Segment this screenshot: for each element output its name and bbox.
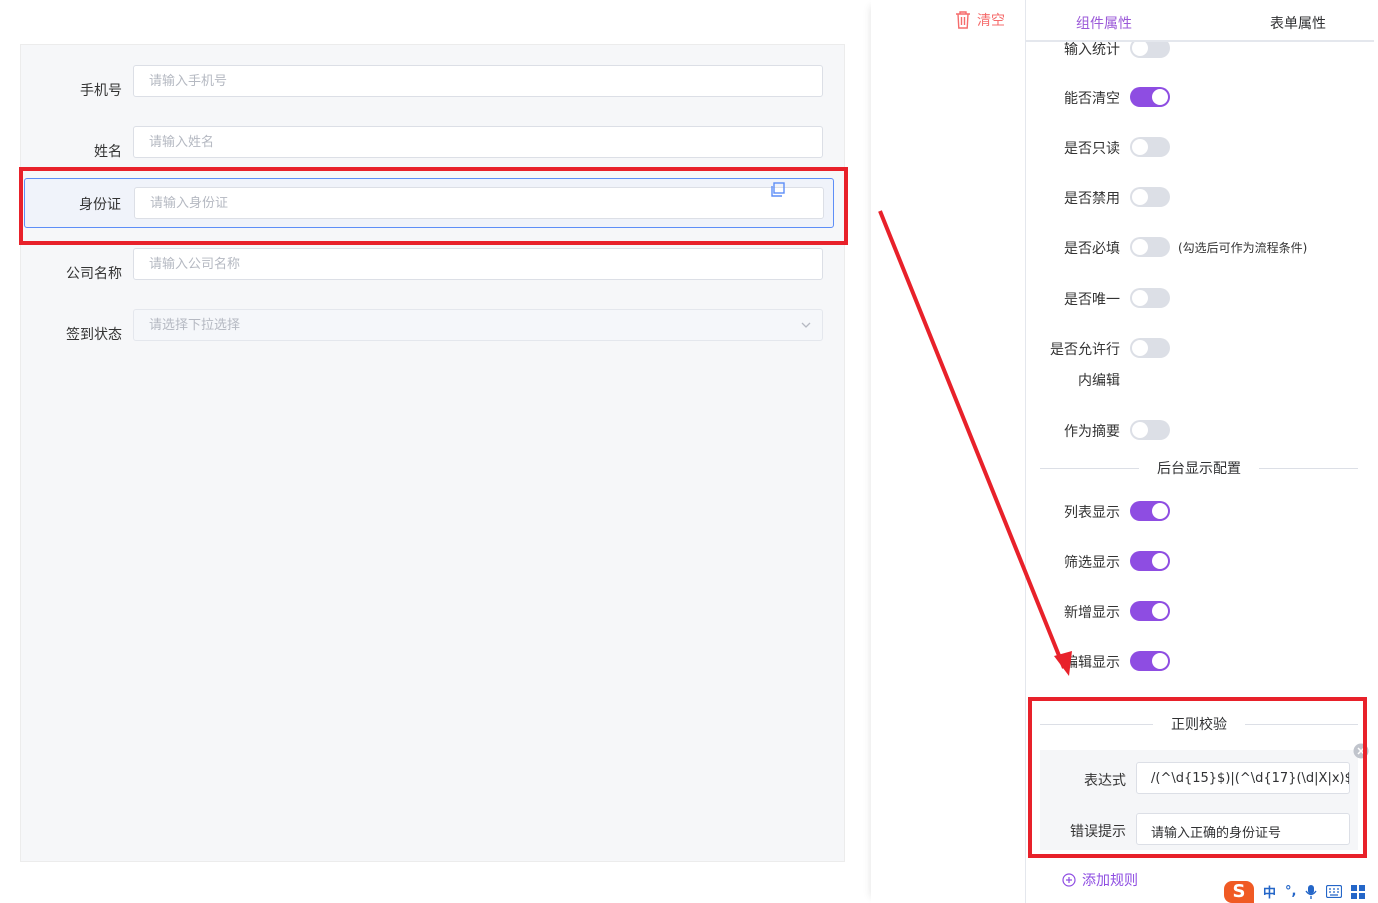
annotation-arrow — [878, 210, 1072, 676]
